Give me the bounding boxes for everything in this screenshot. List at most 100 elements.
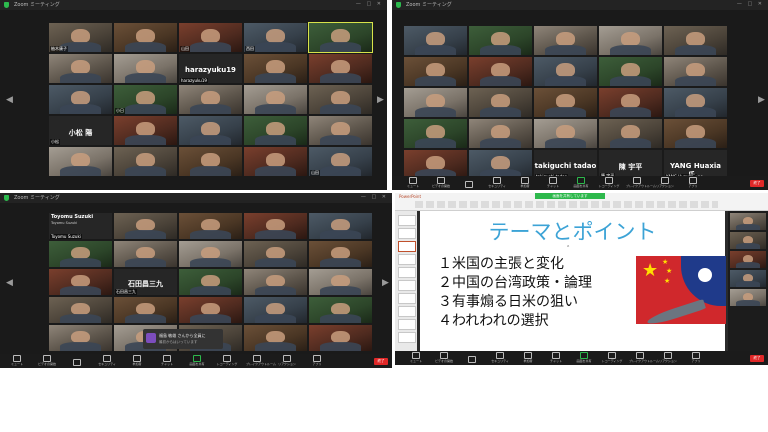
toolbar-button[interactable]: チャット <box>542 177 564 188</box>
participant-video[interactable] <box>49 241 112 267</box>
toolbar-button[interactable]: セキュリティ <box>486 177 508 188</box>
participant-video[interactable] <box>469 57 532 86</box>
slide-thumbnail[interactable] <box>398 293 416 304</box>
participant-video[interactable]: 小日 <box>114 85 177 114</box>
toolbar-button[interactable]: ミュート <box>6 355 28 366</box>
participant-video[interactable]: Toyomu Suzuki Toyomu Suzuki Toyomu Suzuki <box>49 213 112 239</box>
participant-video[interactable] <box>49 147 112 176</box>
participant-video[interactable]: 西田 <box>244 23 307 52</box>
toolbar-button[interactable] <box>66 359 88 366</box>
participant-video[interactable] <box>599 119 662 148</box>
toolbar-button[interactable]: レコーディング <box>598 177 620 188</box>
participant-video[interactable] <box>309 54 372 83</box>
participant-video[interactable] <box>114 297 177 323</box>
participant-video[interactable] <box>730 270 766 287</box>
participant-video[interactable] <box>664 88 727 117</box>
toolbar-button[interactable]: 画面を共有 <box>186 355 208 366</box>
participant-video[interactable] <box>309 297 372 323</box>
toolbar-button[interactable]: 画面を共有 <box>573 352 595 363</box>
participant-video[interactable] <box>114 116 177 145</box>
participant-video[interactable] <box>309 116 372 145</box>
participant-video[interactable] <box>179 147 242 176</box>
participant-video[interactable]: 柚木康子 <box>49 23 112 52</box>
participant-video[interactable] <box>469 26 532 55</box>
participant-video[interactable] <box>469 119 532 148</box>
participant-video[interactable] <box>404 26 467 55</box>
toolbar-button[interactable] <box>458 181 480 188</box>
participant-video[interactable]: takiguchi tadaotakiguchi tadao <box>534 150 597 179</box>
toolbar-button[interactable]: 画面を共有 <box>570 177 592 188</box>
participant-video[interactable] <box>469 88 532 117</box>
sharing-indicator[interactable]: 画面を共有しています <box>535 193 605 199</box>
participant-video[interactable] <box>114 54 177 83</box>
window-controls[interactable]: — □ ✕ <box>737 1 764 7</box>
participant-video[interactable] <box>534 88 597 117</box>
chevron-left-icon[interactable]: ◀ <box>6 278 13 288</box>
toolbar-button[interactable]: 参加者 <box>126 355 148 366</box>
slide-thumbnail-selected[interactable] <box>398 241 416 252</box>
participant-video[interactable] <box>244 54 307 83</box>
participant-video[interactable] <box>309 269 372 295</box>
participant-video[interactable] <box>179 85 242 114</box>
participant-video[interactable] <box>179 213 242 239</box>
toolbar-button[interactable]: ミュート <box>402 177 424 188</box>
participant-video[interactable] <box>114 23 177 52</box>
participant-video[interactable] <box>114 147 177 176</box>
slide-thumbnail[interactable] <box>398 254 416 265</box>
participant-video[interactable] <box>309 85 372 114</box>
participant-video[interactable] <box>534 26 597 55</box>
toolbar-button[interactable]: セキュリティ <box>96 355 118 366</box>
participant-video[interactable] <box>244 213 307 239</box>
participant-video[interactable] <box>114 213 177 239</box>
participant-video[interactable] <box>599 88 662 117</box>
chevron-right-icon[interactable]: ▶ <box>382 278 389 288</box>
toolbar-button[interactable]: チャット <box>545 352 567 363</box>
participant-video[interactable]: 小松 陽小松 <box>49 116 112 145</box>
participant-video[interactable] <box>179 269 242 295</box>
participant-video[interactable]: YANG Huaxia氏...YANG Huaxia... <box>664 150 727 179</box>
participant-video[interactable]: 山田 <box>309 147 372 176</box>
participant-video[interactable] <box>534 57 597 86</box>
participant-video[interactable] <box>114 241 177 267</box>
participant-video[interactable] <box>49 54 112 83</box>
participant-video[interactable] <box>244 297 307 323</box>
participant-video[interactable] <box>404 57 467 86</box>
participant-video[interactable] <box>730 289 766 306</box>
participant-video[interactable] <box>308 22 373 53</box>
slide-thumbnail[interactable] <box>398 332 416 343</box>
chevron-right-icon[interactable]: ▶ <box>377 95 384 105</box>
participant-video[interactable]: 山田 <box>179 23 242 52</box>
slide-thumbnail[interactable] <box>398 267 416 278</box>
participant-video[interactable] <box>244 269 307 295</box>
participant-video[interactable] <box>49 297 112 323</box>
participant-video[interactable] <box>244 147 307 176</box>
participant-video[interactable] <box>469 150 532 179</box>
participant-video[interactable] <box>404 119 467 148</box>
participant-video[interactable]: harazyuku19 harazyuku19 <box>179 54 242 83</box>
participant-video[interactable] <box>730 213 766 230</box>
participant-video[interactable] <box>244 325 307 351</box>
participant-video[interactable] <box>49 269 112 295</box>
participant-video[interactable] <box>49 325 112 351</box>
slide-thumbnail[interactable] <box>398 228 416 239</box>
participant-video[interactable] <box>599 57 662 86</box>
toolbar-button[interactable]: チャット <box>156 355 178 366</box>
toolbar-button[interactable]: ブレイクアウトルーム <box>629 352 659 363</box>
toolbar-button[interactable]: ビデオの開始 <box>36 355 58 366</box>
participant-video[interactable] <box>309 241 372 267</box>
toolbar-button[interactable]: ビデオの開始 <box>430 177 452 188</box>
toolbar-button[interactable]: アプリ <box>682 177 704 188</box>
end-meeting-button[interactable]: 終了 <box>374 358 388 365</box>
participant-video[interactable]: 石田昌三九 石田昌三九 <box>114 269 177 295</box>
participant-video[interactable] <box>534 119 597 148</box>
toolbar-button[interactable]: ビデオの開始 <box>433 352 455 363</box>
participant-video[interactable]: 陳 宇平陳 宇平 <box>599 150 662 179</box>
participant-video[interactable] <box>179 297 242 323</box>
participant-video[interactable] <box>404 88 467 117</box>
toolbar-button[interactable]: ブレイクアウトルーム <box>626 177 656 188</box>
toolbar-button[interactable]: ブレイクアウトルーム <box>246 355 276 366</box>
chevron-right-icon[interactable]: ▶ <box>758 95 765 105</box>
participant-video[interactable] <box>404 150 467 179</box>
participant-video[interactable] <box>599 26 662 55</box>
window-controls[interactable]: — □ ✕ <box>361 194 388 200</box>
